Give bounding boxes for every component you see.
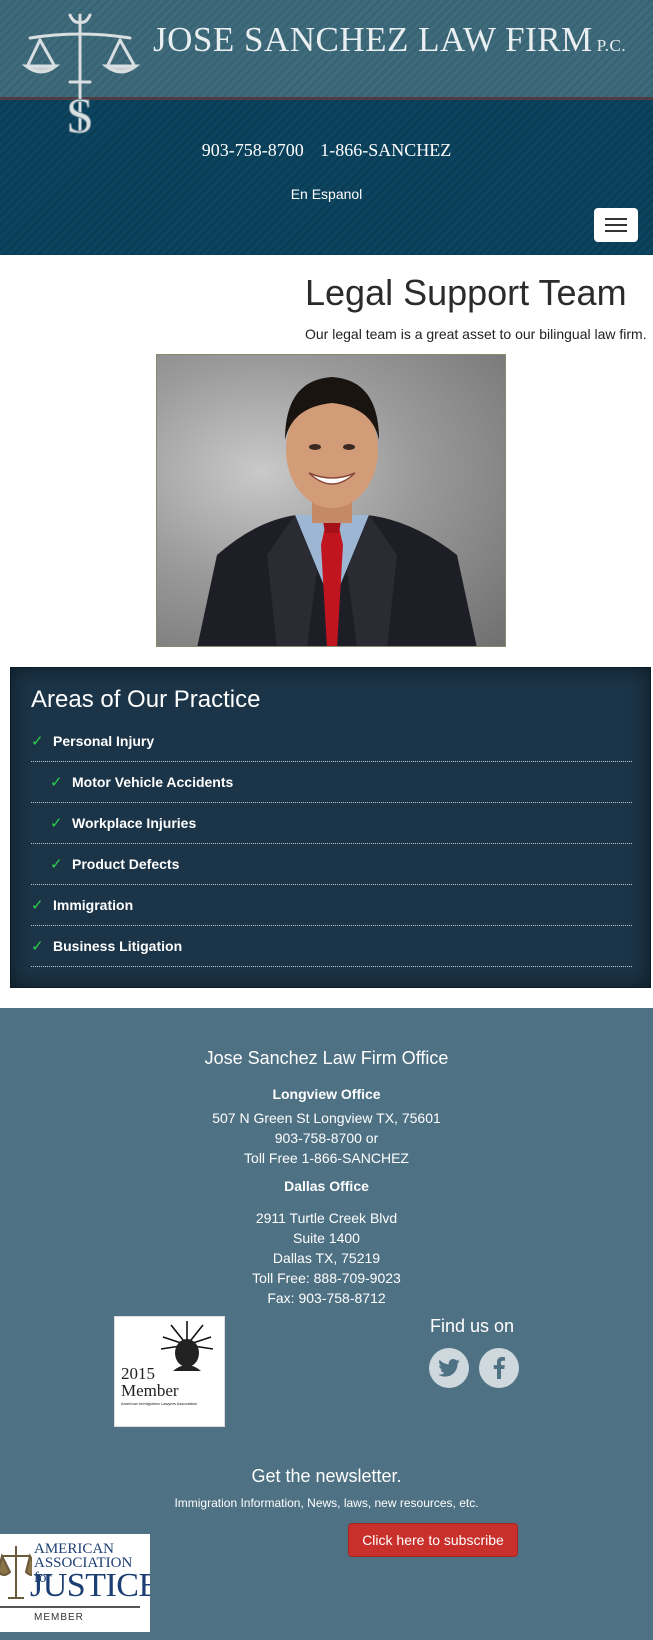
statue-of-liberty-icon [160,1321,214,1371]
badge-member-word: Member [121,1381,179,1400]
phone-local-link[interactable]: 903-758-8700 [202,140,304,160]
dallas-city: Dallas TX, 75219 [272,1250,381,1266]
badge-association: American Immigration Lawyers Association [121,1401,198,1406]
practice-areas-panel: Areas of Our Practice ✓ Personal Injury … [10,667,651,988]
newsletter-title: Get the newsletter. [251,1466,402,1486]
site-header: S JOSE SANCHEZ LAW FIRM P.C. 903-758-8700… [0,0,653,255]
dallas-office-title: Dallas Office [284,1178,369,1194]
twitter-button[interactable] [429,1348,469,1388]
svg-text:S: S [66,87,94,140]
check-icon: ✓ [31,897,44,914]
aila-member-badge[interactable]: 2015 Member American Immigration Lawyers… [114,1316,225,1427]
hamburger-icon [605,218,627,220]
practice-item-label[interactable]: Immigration [53,897,133,913]
longview-office-title: Longview Office [272,1086,381,1102]
longview-street: 507 N Green St Longview TX, 75601 [212,1110,441,1126]
aaj-divider [0,1606,140,1608]
hamburger-icon-bar [605,230,627,232]
site-footer: Jose Sanchez Law Firm Office Longview Of… [0,1008,653,1640]
scales-of-justice-logo-icon[interactable]: S [22,10,142,140]
phone-toll-free-link[interactable]: 1-866-SANCHEZ [320,140,451,160]
practice-item-product-defects[interactable]: ✓ Product Defects [31,844,632,885]
page-title: Legal Support Team [305,272,627,313]
practice-item-label[interactable]: Product Defects [72,856,179,872]
practice-areas-title: Areas of Our Practice [31,686,261,713]
practice-item-motor-vehicle-accidents[interactable]: ✓ Motor Vehicle Accidents [31,762,632,803]
subscribe-button[interactable]: Click here to subscribe [348,1523,518,1557]
dallas-toll-free[interactable]: Toll Free: 888-709-9023 [0,1268,653,1288]
check-icon: ✓ [50,815,63,832]
aaj-scales-icon [0,1546,32,1599]
practice-item-label[interactable]: Business Litigation [53,938,182,954]
dallas-suite: Suite 1400 [293,1230,360,1246]
practice-item-label[interactable]: Motor Vehicle Accidents [72,774,233,790]
dallas-office-address: 2911 Turtle Creek Blvd Suite 1400 Dallas… [0,1208,653,1308]
twitter-icon [438,1359,460,1377]
portrait-illustration [197,377,477,646]
find-us-label: Find us on [430,1316,515,1336]
practice-item-label[interactable]: Personal Injury [53,733,154,749]
aaj-line-member: MEMBER [34,1612,84,1623]
practice-item-workplace-injuries[interactable]: ✓ Workplace Injuries [31,803,632,844]
office-section-title: Jose Sanchez Law Firm Office [204,1048,449,1068]
practice-areas-list: ✓ Personal Injury ✓ Motor Vehicle Accide… [31,721,632,967]
page-subtitle: Our legal team is a great asset to our b… [305,326,647,342]
dallas-street: 2911 Turtle Creek Blvd [255,1210,398,1226]
firm-name-text[interactable]: JOSE SANCHEZ LAW FIRM [153,20,593,59]
menu-toggle-button[interactable] [594,208,638,242]
longview-office-address: 507 N Green St Longview TX, 75601 903-75… [0,1108,653,1168]
firm-suffix: P.C. [596,36,627,55]
aaj-line-justice: JUSTICE [30,1567,150,1604]
facebook-button[interactable] [479,1348,519,1388]
badge-year: 2015 [121,1364,155,1383]
hamburger-icon-bar [605,224,627,226]
spanish-language-link[interactable]: En Espanol [0,186,653,202]
firm-name[interactable]: JOSE SANCHEZ LAW FIRM P.C. [153,20,626,60]
aaj-member-badge[interactable]: AMERICAN ASSOCIATION for JUSTICE MEMBER [0,1534,150,1632]
newsletter-subtitle: Immigration Information, News, laws, new… [174,1496,479,1510]
longview-phone[interactable]: 903-758-8700 or [0,1128,653,1148]
check-icon: ✓ [31,938,44,955]
check-icon: ✓ [50,774,63,791]
practice-item-business-litigation[interactable]: ✓ Business Litigation [31,926,632,967]
longview-toll-free[interactable]: Toll Free 1-866-SANCHEZ [0,1148,653,1168]
practice-item-immigration[interactable]: ✓ Immigration [31,885,632,926]
practice-item-label[interactable]: Workplace Injuries [72,815,196,831]
dallas-fax: Fax: 903-758-8712 [267,1290,386,1306]
facebook-icon [493,1357,505,1379]
check-icon: ✓ [31,733,44,750]
check-icon: ✓ [50,856,63,873]
header-phones: 903-758-8700 1-866-SANCHEZ [0,140,653,161]
practice-item-personal-injury[interactable]: ✓ Personal Injury [31,721,632,762]
team-member-photo [156,354,506,647]
